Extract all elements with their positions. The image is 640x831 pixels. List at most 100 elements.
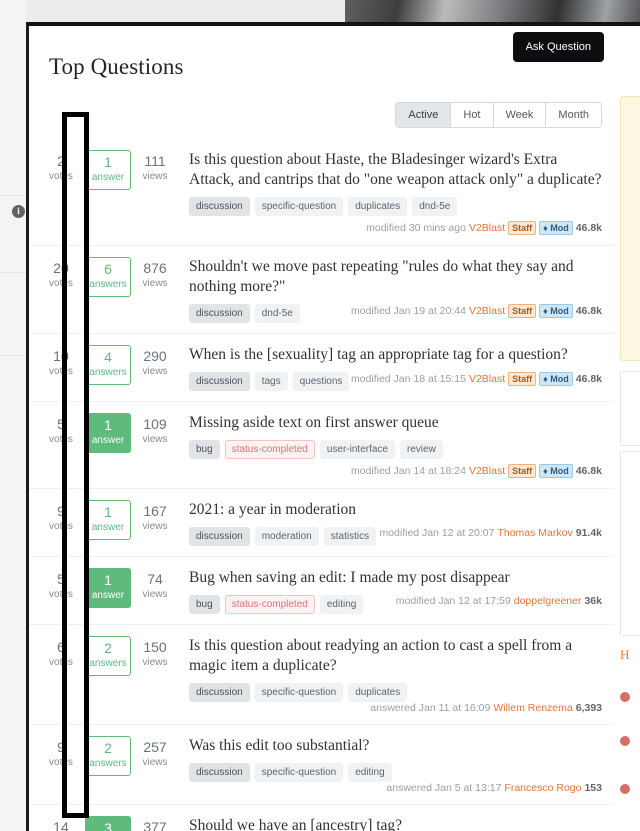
tag-specific-question[interactable]: specific-question [254,683,344,702]
user-name-link[interactable]: V2Blast [469,373,505,385]
tag-dnd-5e[interactable]: dnd-5e [412,197,458,216]
answer-label: answers [89,758,127,769]
question-activity-timestamp: modified Jan 12 at 20:07 [379,527,495,539]
site-hero-image [345,0,640,22]
vote-count-stat: 5 votes [37,568,85,614]
tag-discussion[interactable]: discussion [189,763,250,782]
user-name-link[interactable]: Willem Renzema [493,702,572,714]
answer-label: answer [91,522,125,533]
answer-count: 1 [104,154,112,170]
vote-count-stat: 6 votes [37,636,85,714]
tag-discussion[interactable]: discussion [189,683,250,702]
question-title-link[interactable]: Is this question about Haste, the Blades… [189,150,602,190]
tab-week[interactable]: Week [492,102,546,128]
question-row: 5 votes 1 answer 109 views Missing aside text … [29,401,614,488]
tag-editing[interactable]: editing [319,595,364,614]
question-stats: 5 votes 1 answer 74 views [29,568,179,614]
user-name-link[interactable]: V2Blast [469,465,505,477]
question-summary: Bug when saving an edit: I made my post … [179,568,602,614]
tag-list: discussion specific-question duplicates dnd… [189,197,602,216]
question-list: 2 votes 1 answer 111 views Is this question ab… [29,139,614,831]
question-meta: discussion specific-question duplicates dnd… [189,197,602,235]
question-title-link[interactable]: Shouldn't we move past repeating "rules … [189,257,602,297]
tag-tags[interactable]: tags [254,372,288,391]
question-summary: 2021: a year in moderation discussion mode… [179,500,602,546]
tab-month[interactable]: Month [545,102,602,128]
view-count: 876 [143,260,167,276]
tag-status-completed[interactable]: status-completed [224,595,315,614]
answer-label: answer [91,435,125,446]
question-user-info: modified Jan 14 at 18:24 V2Blast Staff ♦ Mo… [351,464,602,478]
question-title-link[interactable]: 2021: a year in moderation [189,500,602,520]
tag-discussion[interactable]: discussion [189,527,250,546]
tag-specific-question[interactable]: specific-question [254,763,344,782]
tag-duplicates[interactable]: duplicates [348,683,408,702]
tag-review[interactable]: review [399,440,443,459]
user-name-link[interactable]: V2Blast [469,305,505,317]
answer-count-stat: 2 answers [84,736,132,776]
view-count-stat: 74 views [131,568,179,614]
tab-active[interactable]: Active [395,102,451,128]
tag-bug[interactable]: bug [189,440,220,459]
tag-dnd-5e[interactable]: dnd-5e [254,304,300,323]
user-name-link[interactable]: Thomas Markov [497,527,572,539]
view-count: 167 [143,503,167,519]
tag-duplicates[interactable]: duplicates [348,197,408,216]
main-content: Top Questions Ask Question Active Hot Week… [29,26,614,831]
vote-label: votes [49,278,73,289]
tag-bug[interactable]: bug [189,595,220,614]
question-title-link[interactable]: Should we have an [ancestry] tag? [189,816,602,831]
question-user-info-wrap: modified Jan 14 at 18:24 V2Blast Staff ♦ Mo… [189,464,602,478]
question-user-info: modified Jan 12 at 20:07 Thomas Markov 91.… [379,527,602,539]
view-count-stat: 876 views [131,257,179,323]
question-title-link[interactable]: When is the [sexuality] tag an appropria… [189,345,602,365]
question-summary: When is the [sexuality] tag an appropria… [179,345,602,391]
tag-user-interface[interactable]: user-interface [319,440,395,459]
tag-discussion[interactable]: discussion [189,304,250,323]
answer-count-stat: 2 answers [84,636,132,676]
question-row: 6 votes 2 answers 150 views Is this question a… [29,624,614,724]
tag-specific-question[interactable]: specific-question [254,197,344,216]
view-count-stat: 150 views [131,636,179,714]
sidebar-card-2[interactable] [620,451,640,636]
info-icon[interactable]: i [12,205,25,218]
tag-statistics[interactable]: statistics [323,527,377,546]
user-name-link[interactable]: Francesco Rogo [504,782,581,794]
tag-moderation[interactable]: moderation [254,527,319,546]
question-title-link[interactable]: Is this question about readying an actio… [189,636,602,676]
question-title-link[interactable]: Bug when saving an edit: I made my post … [189,568,602,588]
question-user-info: modified Jan 12 at 17:59 doppelgreener 36k [396,595,602,607]
page-header: Top Questions Ask Question [29,26,614,88]
question-activity-timestamp: modified Jan 14 at 18:24 [350,465,466,477]
tag-discussion[interactable]: discussion [189,372,250,391]
tag-editing[interactable]: editing [348,763,392,782]
staff-badge: Staff [508,464,537,478]
tab-hot[interactable]: Hot [450,102,493,128]
view-count: 290 [143,348,167,364]
question-title-link[interactable]: Was this edit too substantial? [189,736,602,756]
tag-list: discussion tags questions [189,372,350,391]
tag-questions[interactable]: questions [292,372,350,391]
question-filter-tabs: Active Hot Week Month [395,102,602,128]
vote-label: votes [49,521,73,532]
tag-list: discussion specific-question editing [189,763,392,782]
sidebar-card-1[interactable] [620,371,640,446]
vote-label: votes [49,434,73,445]
answer-label: answer [91,172,125,183]
view-label: views [142,521,168,532]
vote-count: 9 [57,503,65,519]
vote-count-stat: 10 votes [37,345,85,391]
sidebar-hot-network-card[interactable] [620,96,640,361]
user-reputation: 91.4k [575,527,602,539]
tag-status-completed[interactable]: status-completed [224,440,315,459]
view-label: views [142,278,168,289]
ask-question-button[interactable]: Ask Question [512,32,604,62]
user-name-link[interactable]: V2Blast [469,222,505,234]
staff-badge: Staff [508,304,537,318]
tag-discussion[interactable]: discussion [189,197,250,216]
question-user-info-wrap: modified 30 mins ago V2Blast Staff ♦ Mod 46.… [189,221,602,235]
user-name-link[interactable]: doppelgreener [514,595,582,607]
question-title-link[interactable]: Missing aside text on first answer queue [189,413,602,433]
question-meta: discussion tags questions modified Jan 18 a… [189,372,602,391]
question-stats: 10 votes 4 answers 290 views [29,345,179,391]
